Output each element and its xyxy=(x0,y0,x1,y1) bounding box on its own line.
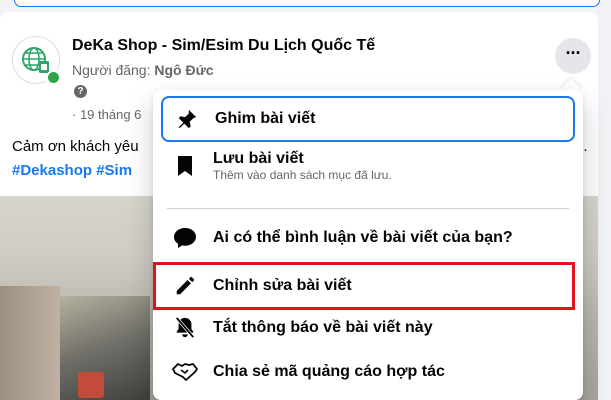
page-name[interactable]: DeKa Shop - Sim/Esim Du Lịch Quốc Tế xyxy=(72,37,375,55)
bell-off-icon xyxy=(171,314,199,342)
globe-sim-icon xyxy=(22,47,49,73)
menu-item-label: Tắt thông báo về bài viết này xyxy=(213,319,433,336)
question-icon[interactable]: ? xyxy=(74,85,87,98)
handshake-icon xyxy=(171,358,199,386)
pin-icon xyxy=(173,105,201,133)
more-dots-icon: ··· xyxy=(565,43,582,63)
post-date[interactable]: · 19 tháng 6 xyxy=(72,107,141,122)
menu-item-label: Lưu bài viết xyxy=(213,150,304,167)
more-options-button[interactable]: ··· xyxy=(555,38,591,74)
pencil-icon xyxy=(171,272,199,300)
menu-item-label: Ghim bài viết xyxy=(215,110,316,127)
menu-item-sublabel: Thêm vào danh sách mục đã lưu. xyxy=(213,168,392,182)
menu-item-save-post[interactable]: Lưu bài viết Thêm vào danh sách mục đã l… xyxy=(161,148,575,196)
photo-hand xyxy=(0,286,60,400)
post-text: Cảm ơn khách yêu xyxy=(12,138,139,155)
menu-item-label: Chỉnh sửa bài viết xyxy=(213,277,352,294)
menu-item-who-can-comment[interactable]: Ai có thể bình luận về bài viết của bạn? xyxy=(161,218,575,258)
menu-item-share-ad-code[interactable]: Chia sẻ mã quảng cáo hợp tác xyxy=(161,352,575,392)
photo-device xyxy=(60,296,150,400)
poster-line: Người đăng: Ngô Đức xyxy=(72,62,214,78)
menu-item-pin-post[interactable]: Ghim bài viết xyxy=(161,96,575,142)
comment-icon xyxy=(171,224,199,252)
menu-item-mute-notifications[interactable]: Tắt thông báo về bài viết này xyxy=(161,308,575,348)
menu-item-label: Ai có thể bình luận về bài viết của bạn? xyxy=(213,229,513,246)
menu-divider xyxy=(167,208,569,209)
bookmark-icon xyxy=(171,152,199,180)
previous-card-edge xyxy=(0,0,611,12)
menu-item-label: Chia sẻ mã quảng cáo hợp tác xyxy=(213,363,445,380)
post-hashtags[interactable]: #Dekashop #Sim xyxy=(12,162,132,179)
poster-prefix: Người đăng: xyxy=(72,62,151,78)
online-status-dot xyxy=(46,70,61,85)
poster-name[interactable]: Ngô Đức xyxy=(154,62,213,78)
previous-card-bar xyxy=(14,0,600,7)
photo-red-object xyxy=(78,372,104,398)
menu-item-edit-post[interactable]: Chỉnh sửa bài viết xyxy=(153,262,575,310)
post-options-menu: Ghim bài viết Lưu bài viết Thêm vào danh… xyxy=(153,90,583,400)
